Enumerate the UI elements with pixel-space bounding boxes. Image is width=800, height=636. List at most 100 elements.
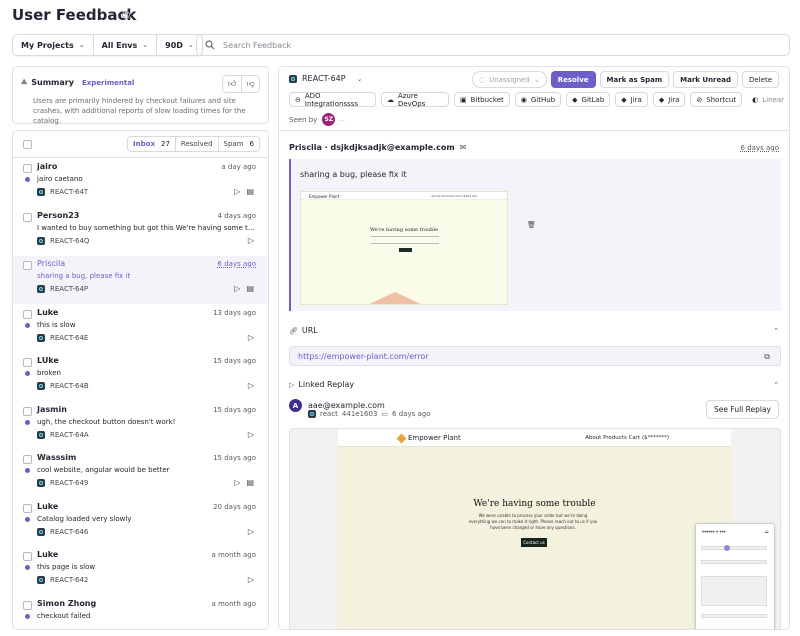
integration-label: Jira (668, 95, 680, 104)
mail-icon[interactable]: ✉ (460, 143, 467, 152)
list-item[interactable]: Luke a month ago this page is slow REACT-64… (13, 547, 268, 595)
item-project-label: REACT-64T (50, 188, 89, 196)
item-message: ugh, the checkout button doesn't work! (37, 417, 176, 426)
project-filter-label: My Projects (21, 40, 74, 50)
tab-resolved[interactable]: Resolved (176, 137, 219, 151)
integration-label: Azure DevOps (397, 91, 426, 108)
list-item[interactable]: Luke 20 days ago Catalog loaded very slowl… (13, 499, 268, 547)
unread-dot (25, 177, 30, 182)
item-checkbox[interactable] (23, 212, 32, 222)
item-checkbox[interactable] (23, 309, 32, 319)
integration-label: Linear (762, 95, 784, 104)
screenshot-links: About Products Cart ($203.00) (431, 194, 477, 198)
integration-button[interactable]: ◆ Jira (652, 92, 686, 107)
item-checkbox[interactable] (23, 358, 32, 367)
list-item[interactable]: jairo a day ago jairo caetano REACT-64T ▷ ▤ (13, 159, 268, 207)
replay-date: 6 days ago (392, 410, 431, 418)
replay-form-screenshot (701, 614, 767, 618)
replay-icon: ▷ (247, 526, 254, 536)
item-checkbox[interactable] (23, 261, 32, 270)
list-item[interactable]: Simon Zhong a month ago checkout failed (13, 596, 268, 630)
item-message: Catalog loaded very slowly (37, 514, 132, 523)
screenshot-icon: ▤ (246, 478, 254, 487)
mark-spam-button[interactable]: Mark as Spam (599, 71, 670, 88)
list-item[interactable]: Person23 4 days ago I wanted to buy someth… (13, 208, 268, 256)
copy-icon[interactable]: ⧉ (764, 352, 770, 362)
integration-button[interactable]: ⊘ Shortcut (690, 92, 743, 107)
item-name: Luke (37, 501, 59, 511)
thumbs-down-icon[interactable]: 👎︎ (241, 76, 259, 92)
integration-label: Shortcut (706, 95, 737, 104)
item-message: I wanted to buy something but got this W… (37, 223, 257, 232)
item-checkbox[interactable] (23, 406, 32, 416)
replay-logo-text: Empower Plant (408, 434, 461, 442)
item-date: a day ago (221, 163, 256, 171)
replay-user-email[interactable]: aae@example.com (308, 401, 385, 410)
list-item[interactable]: LUke 15 days ago broken REACT-64B ▷ (13, 353, 268, 401)
integration-label: ADO Integrationssss (304, 91, 359, 108)
replay-icon: ▷ (247, 235, 254, 245)
unread-dot (25, 516, 30, 522)
summary-text: Users are primarily hindered by checkout… (33, 97, 246, 125)
feedback-detail: REACT-64P ⌄ ◌ Unassigned ⌄ Resolve Mark as… (278, 66, 790, 630)
list-item[interactable]: Jasmin 15 days ago ugh, the checkout butto… (13, 402, 268, 450)
item-name: jairo (37, 162, 58, 171)
list-item[interactable]: Luke 13 days ago this is slow REACT-64E ▷ (13, 305, 268, 353)
url-label: URL (301, 326, 318, 335)
react-icon (37, 576, 45, 584)
avatar[interactable]: SZ (322, 113, 336, 126)
select-all-checkbox[interactable] (23, 140, 32, 149)
item-icons: ▷ (248, 236, 254, 245)
list-item[interactable]: Wasssim 15 days ago cool website, angular … (13, 450, 268, 498)
seen-by-label: Seen by (289, 115, 318, 124)
item-checkbox[interactable] (23, 503, 32, 513)
item-checkbox[interactable] (23, 600, 32, 610)
screenshot-thumbnail[interactable]: Empower Plant About Products Cart ($203.… (300, 191, 508, 305)
help-icon[interactable]: ? (122, 11, 130, 19)
mark-unread-button[interactable]: Mark Unread (673, 71, 738, 88)
tab-inbox[interactable]: Inbox 27 (128, 137, 176, 151)
item-checkbox[interactable] (23, 164, 32, 173)
integration-icon: ◆ (621, 95, 627, 104)
replay-player[interactable]: Empower Plant About Products Cart ($****… (289, 428, 781, 629)
thumbs-up-icon[interactable]: 👍︎ (223, 76, 241, 92)
integration-label: GitLab (581, 95, 605, 104)
resolve-button[interactable]: Resolve (550, 71, 596, 88)
integration-icon: ◐ (752, 95, 759, 104)
delete-button[interactable]: Delete (742, 71, 779, 88)
integration-button[interactable]: ⊖ ADO Integrationssss (289, 91, 376, 108)
chevron-down-icon: ⌄ (78, 41, 85, 49)
item-checkbox[interactable] (23, 455, 32, 464)
project-filter[interactable]: My Projects ⌄ (13, 35, 94, 55)
item-project-label: REACT-64A (50, 430, 89, 439)
item-icons: ▷ ▤ (234, 187, 254, 196)
list-item[interactable]: Priscila 6 days ago sharing a bug, please … (13, 256, 268, 304)
url-section-header[interactable]: 🔗︎ URL (289, 326, 318, 335)
integration-button[interactable]: ◐ Linear (747, 92, 789, 107)
integration-button[interactable]: ◉ GitHub (514, 92, 562, 107)
assignee-dropdown[interactable]: ◌ Unassigned ⌄ (471, 71, 547, 88)
detail-project[interactable]: REACT-64P ⌄ (289, 74, 362, 83)
integration-button[interactable]: ◆ GitLab (566, 92, 611, 107)
item-icons: ▷ ▤ (234, 478, 254, 487)
integration-button[interactable]: ▣ Bitbucket (454, 92, 510, 107)
item-project: REACT-64E (37, 333, 88, 342)
item-name: Wasssim (37, 453, 77, 462)
replay-icon: ▷ (247, 429, 254, 439)
env-filter[interactable]: All Envs ⌄ (94, 35, 158, 55)
item-checkbox[interactable] (23, 552, 32, 561)
replay-title: We're having some trouble (473, 499, 596, 509)
integration-icon: ◉ (520, 95, 527, 104)
replay-section-header[interactable]: ▷ Linked Replay (289, 380, 354, 389)
see-full-replay-button[interactable]: See Full Replay (706, 400, 779, 419)
chevron-up-icon[interactable]: ⌃ (773, 381, 779, 389)
url-field[interactable]: https://empower-plant.com/error ⧉ (289, 346, 781, 366)
url-value: https://empower-plant.com/error (298, 351, 429, 361)
search-input[interactable]: Search Feedback (196, 34, 790, 56)
item-date: a month ago (211, 551, 256, 559)
integration-button[interactable]: ☁ Azure DevOps (380, 91, 450, 108)
chevron-up-icon[interactable]: ⌃ (773, 327, 779, 335)
trash-icon[interactable]: 🗑︎ (527, 221, 536, 229)
integration-button[interactable]: ◆ Jira (615, 92, 648, 107)
tab-spam[interactable]: Spam 6 (219, 137, 259, 151)
